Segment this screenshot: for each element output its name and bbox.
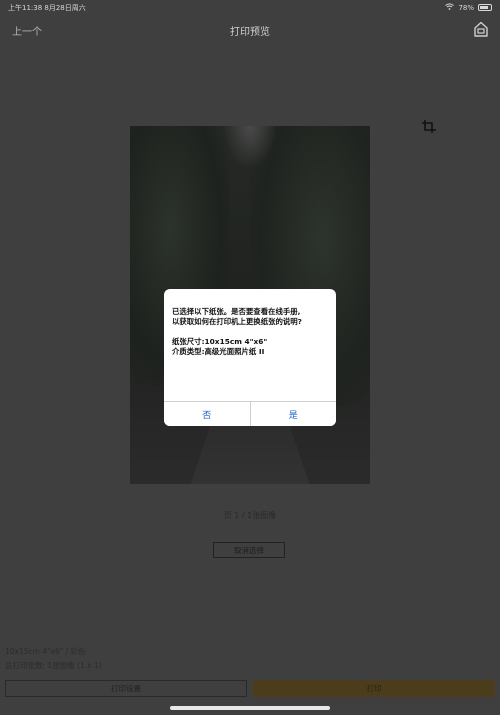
no-button[interactable]: 否 — [164, 402, 250, 426]
photo-sky — [225, 126, 275, 166]
dialog-line-2: 以获取如何在打印机上更换纸张的说明? — [172, 317, 302, 326]
dialog-paper-size: 纸张尺寸:10x15cm 4"x6" — [172, 337, 268, 346]
paper-change-dialog: 已选择以下纸张。是否要查看在线手册, 以获取如何在打印机上更换纸张的说明? 纸张… — [164, 289, 336, 426]
status-time-date: 上午11:38 8月28日周六 — [8, 4, 86, 12]
deselect-button[interactable]: 取消选择 — [213, 542, 285, 558]
page-indicator: 页 1 / 1张图像 — [223, 511, 277, 520]
status-right: 78% — [445, 3, 492, 12]
navigation-bar: 上一个 打印预览 — [0, 18, 500, 42]
dialog-media-type: 介质类型:高级光面照片纸 II — [172, 347, 265, 356]
dialog-line-1: 已选择以下纸张。是否要查看在线手册, — [172, 307, 301, 316]
dialog-message: 已选择以下纸张。是否要查看在线手册, 以获取如何在打印机上更换纸张的说明? 纸张… — [172, 307, 330, 357]
total-pages: 总打印张数: 1张图像 (1 x 1) — [5, 661, 102, 670]
status-bar: 上午11:38 8月28日周六 78% — [0, 0, 500, 14]
crop-icon[interactable] — [420, 118, 438, 136]
yes-button[interactable]: 是 — [249, 402, 336, 426]
battery-icon — [478, 4, 492, 11]
wifi-icon — [445, 3, 455, 12]
print-settings-button[interactable]: 打印设置 — [5, 680, 247, 697]
paper-info: 10x15cm 4"x6" / 彩色 — [5, 647, 86, 656]
home-indicator[interactable] — [170, 706, 330, 710]
print-button[interactable]: 打印 — [253, 680, 495, 697]
battery-percent: 78% — [458, 3, 474, 12]
dialog-button-row: 否 是 — [164, 401, 336, 426]
home-icon[interactable] — [474, 21, 488, 37]
page-title: 打印预览 — [230, 27, 270, 38]
